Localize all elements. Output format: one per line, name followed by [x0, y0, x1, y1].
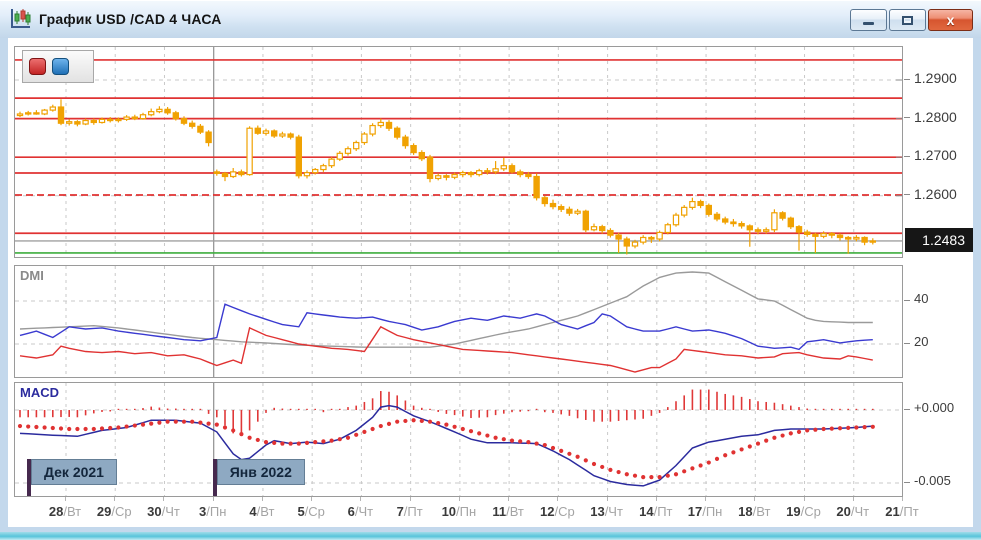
time-axis-label: 13/Чт [590, 504, 623, 519]
time-axis-tick [901, 497, 903, 501]
price-axis-label: 1.2700 [914, 147, 957, 164]
price-axis-label: 1.2800 [914, 108, 957, 125]
title-bar[interactable]: График USD /CAD 4 ЧАСА x [0, 0, 981, 38]
time-axis-label: 7/Пт [396, 504, 423, 519]
time-axis-tick [261, 497, 263, 501]
current-price-box: 1.2483 [905, 227, 973, 252]
time-axis-tick [311, 497, 313, 501]
restore-icon [902, 15, 913, 25]
price-axis-tick [904, 117, 910, 119]
dmi-axis-label: 20 [914, 334, 929, 349]
price-chart-panel[interactable] [14, 46, 903, 258]
price-axis-tick [904, 78, 910, 80]
time-axis-label: 21/Пт [885, 504, 919, 519]
month-marker: Дек 2021 [27, 459, 117, 496]
time-axis-label: 28/Вт [48, 504, 82, 519]
time-axis-tick [557, 497, 559, 501]
price-chart-canvas[interactable] [15, 47, 902, 257]
time-axis-label: 14/Пт [639, 504, 673, 519]
dmi-axis-tick [904, 299, 910, 301]
macd-panel[interactable]: MACD [14, 382, 903, 497]
current-price-value: 1.2483 [922, 231, 965, 248]
close-icon: x [946, 12, 955, 28]
macd-axis-tick [904, 408, 910, 410]
time-axis-tick [655, 497, 657, 501]
time-axis-tick [508, 497, 510, 501]
time-axis-tick [803, 497, 805, 501]
month-marker: Янв 2022 [212, 459, 305, 496]
time-axis-tick [65, 497, 66, 501]
window-controls: x [850, 9, 973, 31]
minimize-icon [863, 22, 874, 25]
time-axis-label: 3/Пн [199, 504, 227, 519]
dmi-canvas[interactable] [15, 266, 902, 377]
dmi-axis-tick [904, 342, 910, 344]
sell-tool-button[interactable] [29, 58, 46, 75]
window-title: График USD /CAD 4 ЧАСА [39, 11, 222, 27]
dmi-panel[interactable]: DMI [14, 265, 903, 378]
time-axis-label: 10/Пн [441, 504, 477, 519]
macd-axis-tick [904, 481, 910, 483]
time-axis-label: 11/Вт [492, 504, 524, 519]
dmi-axis-label: 40 [914, 291, 929, 306]
time-axis-label: 17/Пн [687, 504, 723, 519]
macd-label: MACD [20, 385, 59, 400]
bottom-edge [0, 532, 981, 540]
candlestick-chart-icon [9, 7, 33, 31]
time-axis-label: 20/Чт [836, 504, 870, 519]
time-axis-label: 19/Ср [786, 504, 821, 519]
time-axis-label: 6/Чт [347, 504, 374, 519]
time-axis-tick [163, 497, 165, 501]
time-axis-label: 5/Ср [297, 504, 325, 519]
price-axis-tick [904, 155, 910, 157]
macd-canvas[interactable] [15, 383, 902, 496]
restore-button[interactable] [889, 9, 926, 31]
macd-axis-label: -0.005 [914, 473, 951, 488]
price-axis-tick [904, 194, 910, 196]
time-axis-tick [754, 497, 756, 501]
dmi-label: DMI [20, 268, 44, 283]
time-axis-label: 4/Вт [249, 504, 275, 519]
month-label: Дек 2021 [31, 459, 117, 485]
time-axis-tick [606, 497, 608, 501]
time-axis-tick [212, 497, 214, 501]
price-axis-label: 1.2600 [914, 185, 957, 202]
close-button[interactable]: x [928, 9, 973, 31]
chart-toolbar [22, 50, 94, 83]
time-axis-label: 12/Ср [539, 504, 575, 519]
time-axis-tick [705, 497, 707, 501]
time-axis-tick [360, 497, 362, 501]
minimize-button[interactable] [850, 9, 887, 31]
chart-window: График USD /CAD 4 ЧАСА x DMI MACD 1.2900… [0, 0, 981, 540]
price-axis-label: 1.2900 [914, 70, 957, 86]
macd-axis-label: +0.000 [914, 400, 955, 415]
time-axis-tick [852, 497, 854, 501]
month-label: Янв 2022 [216, 459, 305, 485]
time-axis-label: 18/Вт [738, 504, 771, 519]
time-axis-tick [409, 497, 411, 501]
time-axis-label: 30/Чт [147, 504, 180, 519]
time-axis-label: 29/Ср [96, 504, 132, 519]
buy-tool-button[interactable] [52, 58, 69, 75]
time-axis-tick [458, 497, 460, 501]
time-axis-tick [114, 497, 116, 501]
